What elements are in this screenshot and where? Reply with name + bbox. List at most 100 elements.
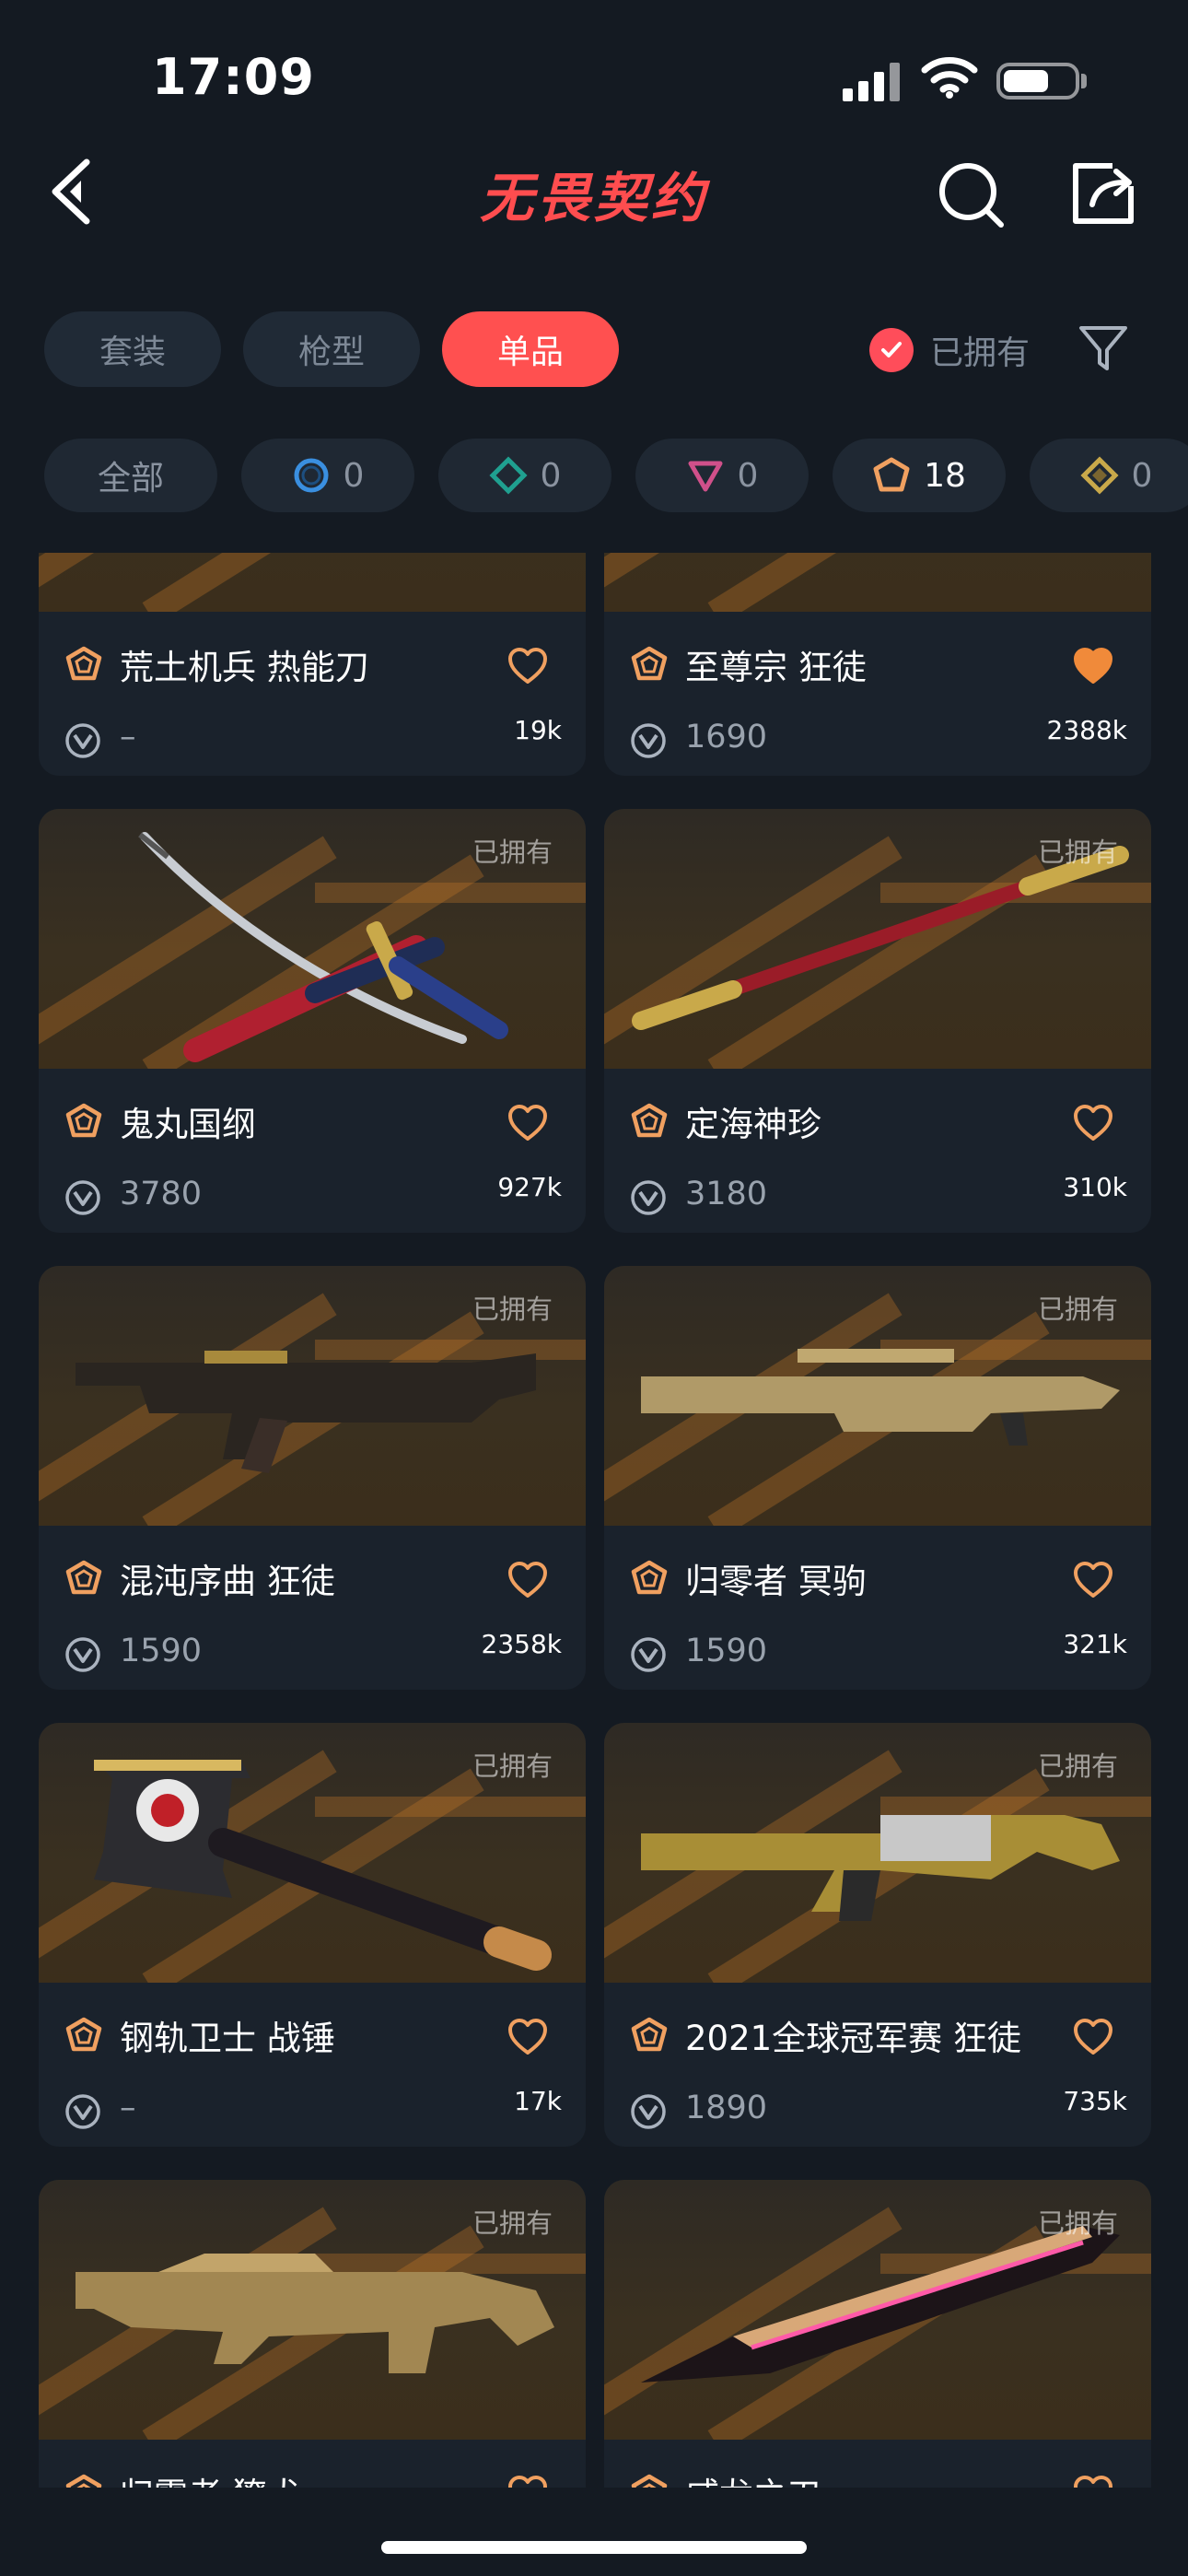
item-name: 钢轨卫士 战锤 (120, 2019, 335, 2058)
like-count: 2388k (1046, 715, 1127, 745)
tier-chip-all[interactable]: 全部 (44, 439, 217, 512)
tier-count: 0 (737, 456, 759, 495)
favorite-heart-icon[interactable] (1072, 647, 1114, 685)
exclusive-tier-icon (630, 1559, 669, 1598)
item-name: 归零者 獠犬 (120, 2467, 301, 2488)
favorite-heart-icon[interactable] (1072, 1561, 1114, 1599)
valorant-points-icon (630, 1179, 667, 1216)
item-name: 混沌序曲 狂徒 (120, 1562, 335, 1601)
like-count: 2358k (481, 1629, 562, 1659)
favorite-heart-icon[interactable] (507, 2018, 549, 2056)
home-indicator (381, 2541, 807, 2554)
exclusive-tier-icon (630, 645, 669, 684)
tier-chip-premium[interactable]: 0 (635, 439, 809, 512)
exclusive-tier-icon (64, 2473, 103, 2488)
item-image: 已拥有 (604, 1723, 1151, 1983)
item-name: 鬼丸国纲 (120, 1105, 256, 1144)
page-title: 无畏契约 (479, 167, 708, 229)
exclusive-tier-icon (873, 457, 910, 492)
battery-tip (1081, 74, 1087, 88)
item-name: 至尊宗 狂徒 (685, 648, 867, 687)
status-bar: 17:09 (0, 0, 1188, 138)
tier-chip-exclusive[interactable]: 18 (833, 439, 1006, 512)
item-card[interactable]: 已拥有荒土机兵 热能刀 – 19k (39, 553, 586, 776)
item-card[interactable]: 已拥有 鬼丸国纲 3780 927k (39, 809, 586, 1233)
deluxe-tier-icon (489, 456, 528, 495)
item-price: 1690 (685, 719, 768, 755)
item-name: 荒土机兵 热能刀 (120, 648, 369, 687)
like-count: 17k (514, 2086, 562, 2116)
item-price: 1590 (120, 1633, 203, 1669)
favorite-heart-icon[interactable] (507, 1104, 549, 1142)
item-card[interactable]: 已拥有 定海神珍 3180 310k (604, 809, 1151, 1233)
valorant-points-icon (64, 722, 101, 759)
item-card[interactable]: 已拥有 钢轨卫士 战锤 – 17k (39, 1723, 586, 2147)
valorant-points-icon (630, 1636, 667, 1673)
favorite-heart-icon[interactable] (507, 2475, 549, 2488)
exclusive-tier-icon (630, 1102, 669, 1141)
cellular-signal-icon (843, 61, 902, 101)
favorite-heart-icon[interactable] (1072, 2475, 1114, 2488)
battery-icon (996, 63, 1079, 100)
valorant-points-icon (630, 2093, 667, 2130)
tier-chip-label: 全部 (97, 460, 164, 498)
tier-count: 18 (924, 456, 966, 495)
like-count: 19k (514, 715, 562, 745)
item-card[interactable]: 已拥有归零者 獠犬1590560k (39, 2180, 586, 2488)
item-price: 3780 (120, 1176, 203, 1212)
valorant-points-icon (630, 722, 667, 759)
item-image: 已拥有 (39, 553, 586, 612)
owned-tag: 已拥有 (472, 1294, 553, 1325)
owned-filter-toggle[interactable]: 已拥有 (869, 322, 1030, 378)
like-count: 735k (1063, 2086, 1127, 2116)
item-name: 2021全球冠军赛 狂徒 (685, 2019, 1021, 2058)
tier-chip-select[interactable]: 0 (241, 439, 414, 512)
weapon-skin-image (39, 553, 586, 612)
item-price: – (120, 719, 136, 755)
search-icon[interactable] (935, 158, 1008, 232)
owned-tag: 已拥有 (472, 1751, 553, 1782)
like-count: 321k (1063, 1629, 1127, 1659)
tab-single-items[interactable]: 单品 (442, 311, 619, 387)
item-card[interactable]: 已拥有混沌序曲 狂徒 1590 2358k (39, 1266, 586, 1690)
item-grid: 已拥有荒土机兵 热能刀–19k已拥有至尊宗 狂徒16902388k已拥有鬼丸国纲… (0, 553, 1188, 2488)
tab-bundles[interactable]: 套装 (44, 311, 221, 387)
item-image: 已拥有 (39, 1266, 586, 1526)
item-image: 已拥有 (604, 1266, 1151, 1526)
item-card[interactable]: 已拥有 归零者 冥驹 1590 321k (604, 1266, 1151, 1690)
status-time: 17:09 (152, 48, 315, 106)
favorite-heart-icon[interactable] (507, 1561, 549, 1599)
filter-icon[interactable] (1077, 322, 1129, 374)
select-tier-icon (294, 458, 329, 493)
item-name: 威龙之刃 (685, 2467, 821, 2488)
checkmark-icon (869, 328, 914, 372)
tab-weapon-types[interactable]: 枪型 (243, 311, 420, 387)
wifi-icon (921, 57, 978, 99)
exclusive-tier-icon (64, 1559, 103, 1598)
item-card[interactable]: 已拥有至尊宗 狂徒 1690 2388k (604, 553, 1151, 776)
weapon-skin-image (604, 553, 1151, 612)
tier-chip-deluxe[interactable]: 0 (438, 439, 611, 512)
valorant-points-icon (64, 1636, 101, 1673)
like-count: 310k (1063, 1172, 1127, 1202)
exclusive-tier-icon (630, 2016, 669, 2055)
tier-filter-bar: 全部 0 0 0 18 0 (0, 435, 1188, 518)
valorant-points-icon (64, 1179, 101, 1216)
tier-chip-ultra[interactable]: 0 (1030, 439, 1188, 512)
valorant-points-icon (64, 2093, 101, 2130)
item-card[interactable]: 已拥有 2021全球冠军赛 狂徒 1890 735k (604, 1723, 1151, 2147)
favorite-heart-icon[interactable] (507, 647, 549, 685)
owned-tag: 已拥有 (472, 2207, 553, 2239)
item-price: 1590 (685, 1633, 768, 1669)
favorite-heart-icon[interactable] (1072, 2018, 1114, 2056)
like-count: 927k (497, 1172, 562, 1202)
exclusive-tier-icon (64, 2016, 103, 2055)
item-card[interactable]: 已拥有威龙之刃3180883k (604, 2180, 1151, 2488)
exclusive-tier-icon (630, 2473, 669, 2488)
share-icon[interactable] (1068, 158, 1138, 228)
owned-tag: 已拥有 (1037, 2207, 1118, 2239)
favorite-heart-icon[interactable] (1072, 1104, 1114, 1142)
owned-filter-label: 已拥有 (930, 334, 1031, 372)
item-image: 已拥有 (604, 2180, 1151, 2440)
item-price: 3180 (685, 1176, 768, 1212)
